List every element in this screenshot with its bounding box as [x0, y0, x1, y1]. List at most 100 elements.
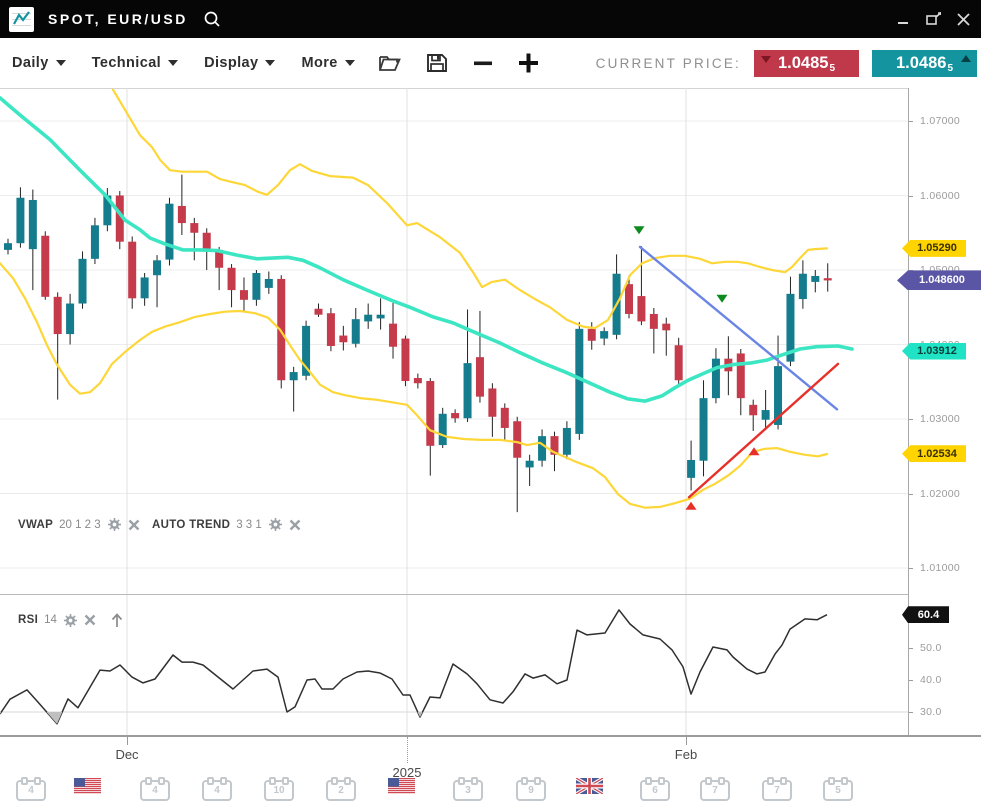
candlestick[interactable]: [762, 390, 770, 428]
auto-trend-remove-icon[interactable]: [289, 519, 301, 531]
candlestick[interactable]: [4, 239, 12, 255]
candlestick[interactable]: [377, 298, 385, 329]
candlestick[interactable]: [153, 255, 161, 307]
candlestick[interactable]: [414, 374, 422, 389]
candlestick[interactable]: [128, 236, 136, 308]
candlestick[interactable]: [799, 260, 807, 308]
menu-timeframe-daily[interactable]: Daily: [12, 55, 66, 71]
candlestick[interactable]: [339, 326, 347, 351]
candlestick[interactable]: [364, 304, 372, 329]
zoom-in-button[interactable]: [517, 52, 539, 74]
zoom-out-button[interactable]: [473, 53, 493, 73]
candlestick[interactable]: [451, 409, 459, 422]
candlestick[interactable]: [811, 270, 819, 292]
close-icon[interactable]: [955, 11, 971, 27]
popout-window-button[interactable]: [925, 11, 941, 27]
candlestick[interactable]: [687, 441, 695, 491]
uk-flag-event-icon[interactable]: [576, 778, 603, 794]
rsi-move-pane-up-icon[interactable]: [110, 612, 124, 628]
menu-display[interactable]: Display: [204, 55, 275, 71]
calendar-event-icon[interactable]: 4: [202, 780, 232, 801]
candlestick[interactable]: [662, 318, 670, 356]
menu-more[interactable]: More: [301, 55, 354, 71]
vwap-remove-icon[interactable]: [128, 519, 140, 531]
time-tick-dotted: [407, 737, 409, 763]
candlestick[interactable]: [116, 191, 124, 249]
candlestick[interactable]: [526, 455, 534, 486]
calendar-event-icon[interactable]: 3: [453, 780, 483, 801]
search-icon[interactable]: [202, 9, 222, 29]
candlestick[interactable]: [91, 218, 99, 264]
calendar-event-icon[interactable]: 4: [16, 780, 46, 801]
calendar-event-icon[interactable]: 2: [326, 780, 356, 801]
candlestick[interactable]: [538, 429, 546, 466]
rsi-indicator-pane[interactable]: [0, 595, 908, 735]
candlestick[interactable]: [190, 218, 198, 260]
save-icon[interactable]: [425, 52, 449, 74]
menu-technical[interactable]: Technical: [92, 55, 178, 71]
candlestick[interactable]: [439, 408, 447, 448]
rsi-remove-icon[interactable]: [84, 614, 96, 626]
candlestick[interactable]: [824, 263, 832, 291]
calendar-event-icon[interactable]: 5: [823, 780, 853, 801]
candlestick[interactable]: [54, 292, 62, 399]
candlestick[interactable]: [749, 400, 757, 431]
candlestick[interactable]: [327, 308, 335, 351]
candlestick[interactable]: [265, 271, 273, 293]
candlestick[interactable]: [737, 349, 745, 415]
us-flag-event-icon[interactable]: [74, 778, 101, 794]
candlestick[interactable]: [141, 273, 149, 306]
candlestick[interactable]: [290, 367, 298, 412]
candlestick[interactable]: [700, 380, 708, 476]
calendar-event-icon[interactable]: 7: [700, 780, 730, 801]
calendar-event-icon[interactable]: 10: [264, 780, 294, 801]
candlestick[interactable]: [513, 417, 521, 512]
candlestick[interactable]: [29, 190, 37, 291]
candlestick[interactable]: [600, 327, 608, 345]
pane-divider[interactable]: [0, 594, 981, 595]
candlestick[interactable]: [228, 264, 236, 307]
candlestick[interactable]: [16, 187, 24, 247]
candlestick[interactable]: [712, 348, 720, 403]
candle-body-up: [290, 372, 298, 380]
candlestick[interactable]: [637, 246, 645, 325]
candlestick[interactable]: [488, 383, 496, 437]
candlestick[interactable]: [501, 403, 509, 440]
candlestick[interactable]: [165, 198, 173, 266]
calendar-event-icon[interactable]: 4: [140, 780, 170, 801]
calendar-event-icon[interactable]: 7: [762, 780, 792, 801]
minimize-button[interactable]: [895, 11, 911, 27]
buy-signal-marker: [686, 502, 697, 510]
candlestick[interactable]: [252, 270, 260, 306]
candle-body-down: [513, 421, 521, 458]
auto-trend-settings-gear-icon[interactable]: [268, 517, 283, 532]
rsi-settings-gear-icon[interactable]: [63, 613, 78, 628]
candle-body-down: [190, 223, 198, 233]
open-folder-icon[interactable]: [377, 52, 403, 74]
candlestick[interactable]: [66, 294, 74, 345]
time-axis[interactable]: Dec2025Feb444102396775: [0, 735, 981, 805]
vwap-settings-gear-icon[interactable]: [107, 517, 122, 532]
candlestick[interactable]: [315, 304, 323, 317]
candlestick[interactable]: [563, 421, 571, 459]
candlestick[interactable]: [613, 254, 621, 339]
candlestick[interactable]: [41, 231, 49, 300]
candlestick[interactable]: [240, 277, 248, 311]
vwap-legend-params: 20 1 2 3: [59, 519, 101, 531]
candle-body-down: [128, 242, 136, 299]
candlestick[interactable]: [401, 336, 409, 387]
candle-body-down: [637, 296, 645, 321]
candlestick[interactable]: [352, 308, 360, 347]
calendar-event-icon[interactable]: 9: [516, 780, 546, 801]
us-flag-event-icon[interactable]: [388, 778, 415, 794]
candlestick[interactable]: [476, 311, 484, 403]
candlestick[interactable]: [178, 175, 186, 235]
candlestick[interactable]: [79, 251, 87, 308]
ask-price-box[interactable]: 1.04865: [872, 50, 977, 77]
price-axis[interactable]: 1.070001.060001.050001.040001.030001.020…: [908, 88, 981, 735]
trend-line-support[interactable]: [689, 364, 838, 497]
calendar-event-icon[interactable]: 6: [640, 780, 670, 801]
candlestick[interactable]: [389, 303, 397, 359]
candlestick[interactable]: [650, 308, 658, 353]
bid-price-box[interactable]: 1.04855: [754, 50, 859, 77]
